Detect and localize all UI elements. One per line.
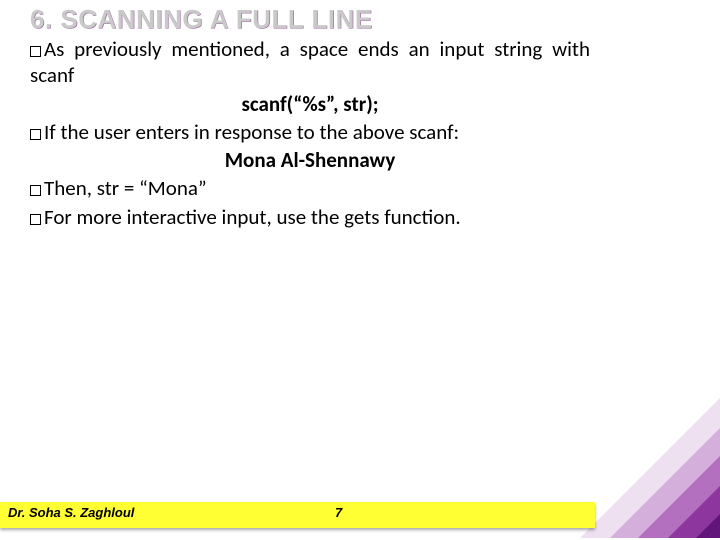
bullet-square-icon [30, 129, 41, 140]
bullet-item: For more interactive input, use the gets… [30, 204, 590, 230]
slide-title: 6. SCANNING A FULL LINE [30, 4, 373, 35]
slide: 6. SCANNING A FULL LINE As previously me… [0, 0, 720, 540]
bullet-square-icon [30, 185, 41, 196]
example-input-line: Mona Al-Shennawy [30, 147, 590, 173]
footer: Dr. Soha S. Zaghloul 7 [0, 502, 720, 528]
bullet-text: Then, str = “Mona” [44, 175, 207, 201]
bullet-square-icon [30, 46, 41, 57]
bullet-square-icon [30, 214, 41, 225]
footer-page-number: 7 [335, 505, 342, 520]
bullet-item: Then, str = “Mona” [30, 175, 590, 201]
bullet-text: As previously mentioned, a space ends an… [30, 36, 590, 88]
bullet-text: For more interactive input, use the gets… [44, 204, 461, 230]
footer-author: Dr. Soha S. Zaghloul [8, 505, 134, 520]
bullet-text: If the user enters in response to the ab… [44, 119, 459, 145]
code-line: scanf(“%s”, str); [30, 91, 590, 117]
slide-body: As previously mentioned, a space ends an… [30, 36, 590, 232]
bullet-item: If the user enters in response to the ab… [30, 119, 590, 145]
bullet-item: As previously mentioned, a space ends an… [30, 36, 590, 89]
